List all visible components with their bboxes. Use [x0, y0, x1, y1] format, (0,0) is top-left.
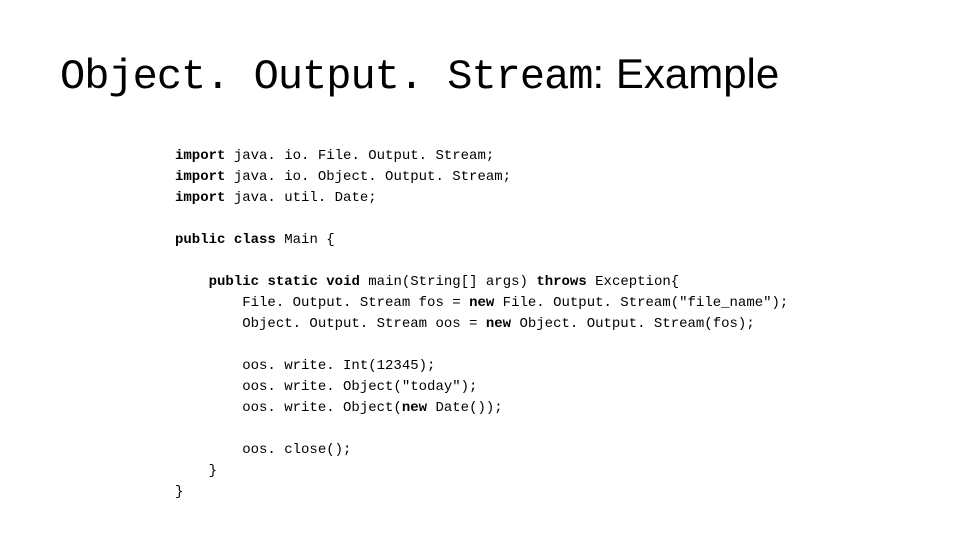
code-text: } — [175, 484, 183, 500]
keyword-new: new — [402, 400, 427, 416]
keyword-new: new — [486, 316, 511, 332]
code-text: oos. write. Object("today"); — [175, 379, 477, 395]
code-text: } — [175, 463, 217, 479]
title-monospace-part: Object. Output. Stream — [60, 53, 593, 101]
code-text: Object. Output. Stream oos = — [175, 316, 486, 332]
code-text: Main { — [276, 232, 335, 248]
code-text: oos. close(); — [175, 442, 351, 458]
keyword-public: public — [175, 232, 225, 248]
keyword-import: import — [175, 169, 225, 185]
code-text: File. Output. Stream fos = — [175, 295, 469, 311]
keyword-static: static — [267, 274, 317, 290]
keyword-void: void — [326, 274, 360, 290]
keyword-class: class — [234, 232, 276, 248]
title-rest-part: : Example — [593, 50, 780, 97]
code-block: import java. io. File. Output. Stream; i… — [175, 146, 900, 503]
code-indent — [175, 274, 209, 290]
code-text: Date()); — [427, 400, 503, 416]
code-text: java. io. Object. Output. Stream; — [225, 169, 511, 185]
code-text: main(String[] args) — [360, 274, 536, 290]
code-text: Exception{ — [587, 274, 679, 290]
code-text: File. Output. Stream("file_name"); — [494, 295, 788, 311]
code-text: oos. write. Object( — [175, 400, 402, 416]
keyword-import: import — [175, 190, 225, 206]
code-text: Object. Output. Stream(fos); — [511, 316, 755, 332]
slide-content: Object. Output. Stream: Example import j… — [0, 0, 960, 523]
keyword-import: import — [175, 148, 225, 164]
keyword-public: public — [209, 274, 259, 290]
keyword-throws: throws — [536, 274, 586, 290]
code-text: java. io. File. Output. Stream; — [225, 148, 494, 164]
code-text: oos. write. Int(12345); — [175, 358, 435, 374]
slide-title: Object. Output. Stream: Example — [60, 50, 900, 101]
code-text: java. util. Date; — [225, 190, 376, 206]
keyword-new: new — [469, 295, 494, 311]
